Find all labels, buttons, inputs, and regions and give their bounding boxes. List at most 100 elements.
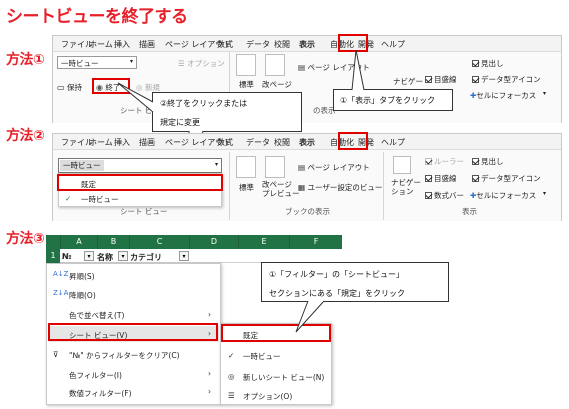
custom-view-icon: ▦ [298,183,306,192]
gridlines-checkbox[interactable]: 目盛線 [425,173,457,184]
column-header-d[interactable]: D [189,235,238,249]
book-display-group-label: ブックの表示 [285,207,330,216]
filter-button-icon[interactable]: ▾ [118,251,128,261]
callout-2-line2: 規定に変更 [160,118,200,127]
filter-button-icon[interactable]: ▾ [179,251,189,261]
options-icon: ☰ [178,59,185,68]
gridlines-checkbox[interactable]: 目盛線 [425,74,457,85]
eye-icon: ◎ [228,372,235,381]
checkbox-icon [425,191,432,199]
column-header-c[interactable]: C [129,235,189,249]
column-header-a[interactable]: A [60,235,97,249]
options-submenu-item[interactable]: オプション(O) [243,391,292,402]
headings-checkbox[interactable]: 見出し [472,156,504,167]
page-break-icon[interactable] [265,54,285,76]
method-3-label: 方法③ [6,231,45,247]
tab-6-r1[interactable]: データ [246,39,270,50]
sheet-view-item-highlight [48,323,218,341]
callout-3: ①「フィルター」の「シートビュー」 セクションにある「規定」をクリック [261,262,449,302]
ruler-checkbox[interactable]: ルーラー [425,156,464,167]
check-icon: ✓ [65,194,72,203]
sheet-view-select-value: 一時ビュー [61,59,99,68]
formula-bar-checkbox[interactable]: 数式バー [425,190,464,201]
sheet-view-select-value: 一時ビュー [60,160,104,171]
normal-view-icon[interactable] [236,54,256,76]
tab-7-r1[interactable]: 校閲 [274,39,290,50]
keep-button[interactable]: ▭ 保持 [57,82,82,93]
sort-asc-icon: A↓Z [53,270,69,278]
navigator-label: ナビゲー ション [391,178,421,196]
normal-view-label: 標準 [239,183,254,192]
page-title: シートビューを終了する [6,7,188,27]
data-type-icon-checkbox[interactable]: データ型アイコン [472,74,541,85]
chevron-right-icon: › [208,369,211,378]
chevron-down-icon: ▾ [129,58,133,65]
number-filter-item[interactable]: 数値フィルター(F) [69,388,132,399]
checkbox-icon [472,174,479,182]
checkbox-icon [425,75,432,83]
callout-1: ①「表示」タブをクリック [333,89,453,111]
color-filter-item[interactable]: 色フィルター(I) [69,370,122,381]
divider [383,152,384,220]
tab-2-r1[interactable]: 挿入 [114,39,130,50]
cell-focus-button[interactable]: ✚セルにフォーカス [470,190,536,201]
tab-3-r1[interactable]: 描画 [139,39,155,50]
tab-1-r1[interactable]: ホーム [89,39,113,50]
tab-5-r2[interactable]: 数式 [217,137,233,148]
sort-asc-item[interactable]: 昇順(S) [69,271,95,282]
tab-8-r1[interactable]: 表示 [299,39,315,50]
options-icon: ☰ [228,391,235,400]
temp-view-option[interactable]: 一時ビュー [81,194,119,205]
tab-7-r2[interactable]: 校閲 [274,137,290,148]
callout-3-line2: セクションにある「規定」をクリック [269,289,405,298]
cell-focus-button[interactable]: ✚セルにフォーカス [470,90,536,101]
chevron-down-icon: ▾ [214,161,218,168]
normal-view-icon[interactable] [236,156,256,178]
headings-checkbox[interactable]: 見出し [472,58,504,69]
navigator-button[interactable]: ナビゲー [393,76,423,87]
column-header-f[interactable]: F [289,235,342,249]
tab-3-r2[interactable]: 描画 [139,137,155,148]
tab-11-r1[interactable]: ヘルプ [381,39,405,50]
sort-desc-item[interactable]: 降順(O) [69,290,96,301]
sort-by-color-item[interactable]: 色で並べ替え(T) [69,310,124,321]
page-break-label: 改ページ [262,80,292,89]
sheet-view-select-1[interactable]: 一時ビュー ▾ [57,56,137,69]
method-1-label: 方法① [6,52,45,68]
callout-2: ②終了をクリックまたは 規定に変更 [152,92,302,132]
temp-view-submenu-item[interactable]: 一時ビュー [243,351,281,362]
options-button[interactable]: ☰ オプション [178,58,225,69]
data-type-icon-checkbox[interactable]: データ型アイコン [472,173,541,184]
check-icon: ✓ [228,351,235,360]
display-group-label: 表示 [462,207,477,216]
callout-2-pointer [117,82,154,113]
tab-8-r2[interactable]: 表示 [299,137,315,148]
checkbox-icon [425,174,432,182]
tab-2-r2[interactable]: 挿入 [114,137,130,148]
sort-desc-icon: Z↓A [53,289,69,297]
callout-3-line1: ①「フィルター」の「シートビュー」 [269,270,405,279]
custom-view-button[interactable]: ▦ ユーザー設定のビュー [298,182,382,193]
normal-view-label: 標準 [239,80,254,89]
chevron-right-icon: › [208,310,211,319]
chevron-down-icon[interactable]: ▾ [543,90,546,97]
view-tab-highlight-2 [338,132,368,150]
tab-5-r1[interactable]: 数式 [217,39,233,50]
navigator-icon[interactable] [393,156,411,174]
tab-6-r2[interactable]: データ [246,137,270,148]
filter-button-icon[interactable]: ▾ [84,251,94,261]
page-break-icon[interactable] [265,156,285,178]
sheet-view-select-2[interactable]: 一時ビュー ▾ [58,158,222,173]
column-header-e[interactable]: E [238,235,289,249]
chevron-right-icon: › [208,387,211,396]
tab-1-r2[interactable]: ホーム [89,137,113,148]
page-layout-button[interactable]: ▤ ページ レイアウト [298,162,370,173]
divider [229,152,230,220]
checkbox-icon [472,157,479,165]
clear-filter-item[interactable]: "№" からフィルターをクリア(C) [69,350,180,361]
tab-11-r2[interactable]: ヘルプ [381,137,405,148]
chevron-down-icon[interactable]: ▾ [543,190,546,197]
column-header-b[interactable]: B [97,235,129,249]
new-sheet-view-item[interactable]: 新しいシート ビュー(N) [243,372,324,383]
clear-filter-icon: ⊽ [53,350,59,359]
